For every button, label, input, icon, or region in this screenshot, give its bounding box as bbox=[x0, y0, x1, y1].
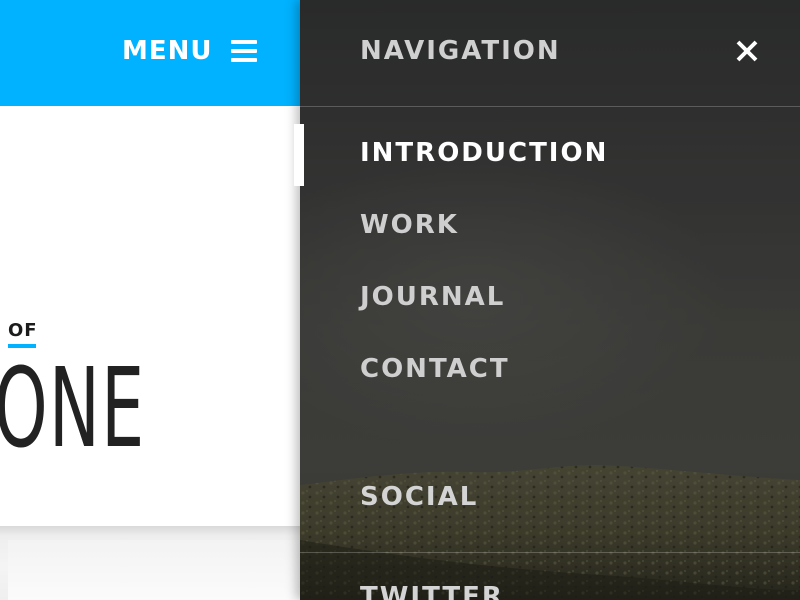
content-card bbox=[8, 540, 300, 600]
navigation-panel: NAVIGATION INTRODUCTION WORK JOURNAL CON… bbox=[300, 0, 800, 600]
header-bar: MENU bbox=[0, 0, 300, 106]
menu-label: MENU bbox=[122, 36, 213, 66]
hero-headline: ONE bbox=[0, 344, 146, 472]
social-heading: SOCIAL bbox=[360, 482, 479, 512]
social-link-twitter[interactable]: TWITTER bbox=[360, 580, 504, 600]
hamburger-icon bbox=[230, 40, 257, 62]
hero-kicker: OF bbox=[8, 320, 38, 341]
nav-item-work[interactable]: WORK bbox=[360, 208, 459, 242]
social-divider bbox=[300, 552, 800, 553]
navigation-title: NAVIGATION bbox=[360, 36, 561, 66]
menu-button[interactable]: MENU bbox=[122, 34, 257, 68]
nav-item-introduction[interactable]: INTRODUCTION bbox=[360, 136, 608, 170]
site-content: MENU OF ONE bbox=[0, 0, 300, 600]
nav-item-journal[interactable]: JOURNAL bbox=[360, 280, 505, 314]
close-icon[interactable] bbox=[734, 38, 760, 64]
header-divider bbox=[300, 106, 800, 107]
active-tab-notch bbox=[294, 124, 304, 186]
nav-item-contact[interactable]: CONTACT bbox=[360, 352, 510, 386]
page: MENU OF ONE NAVIGATION INTRODUCTION WORK… bbox=[0, 0, 800, 600]
